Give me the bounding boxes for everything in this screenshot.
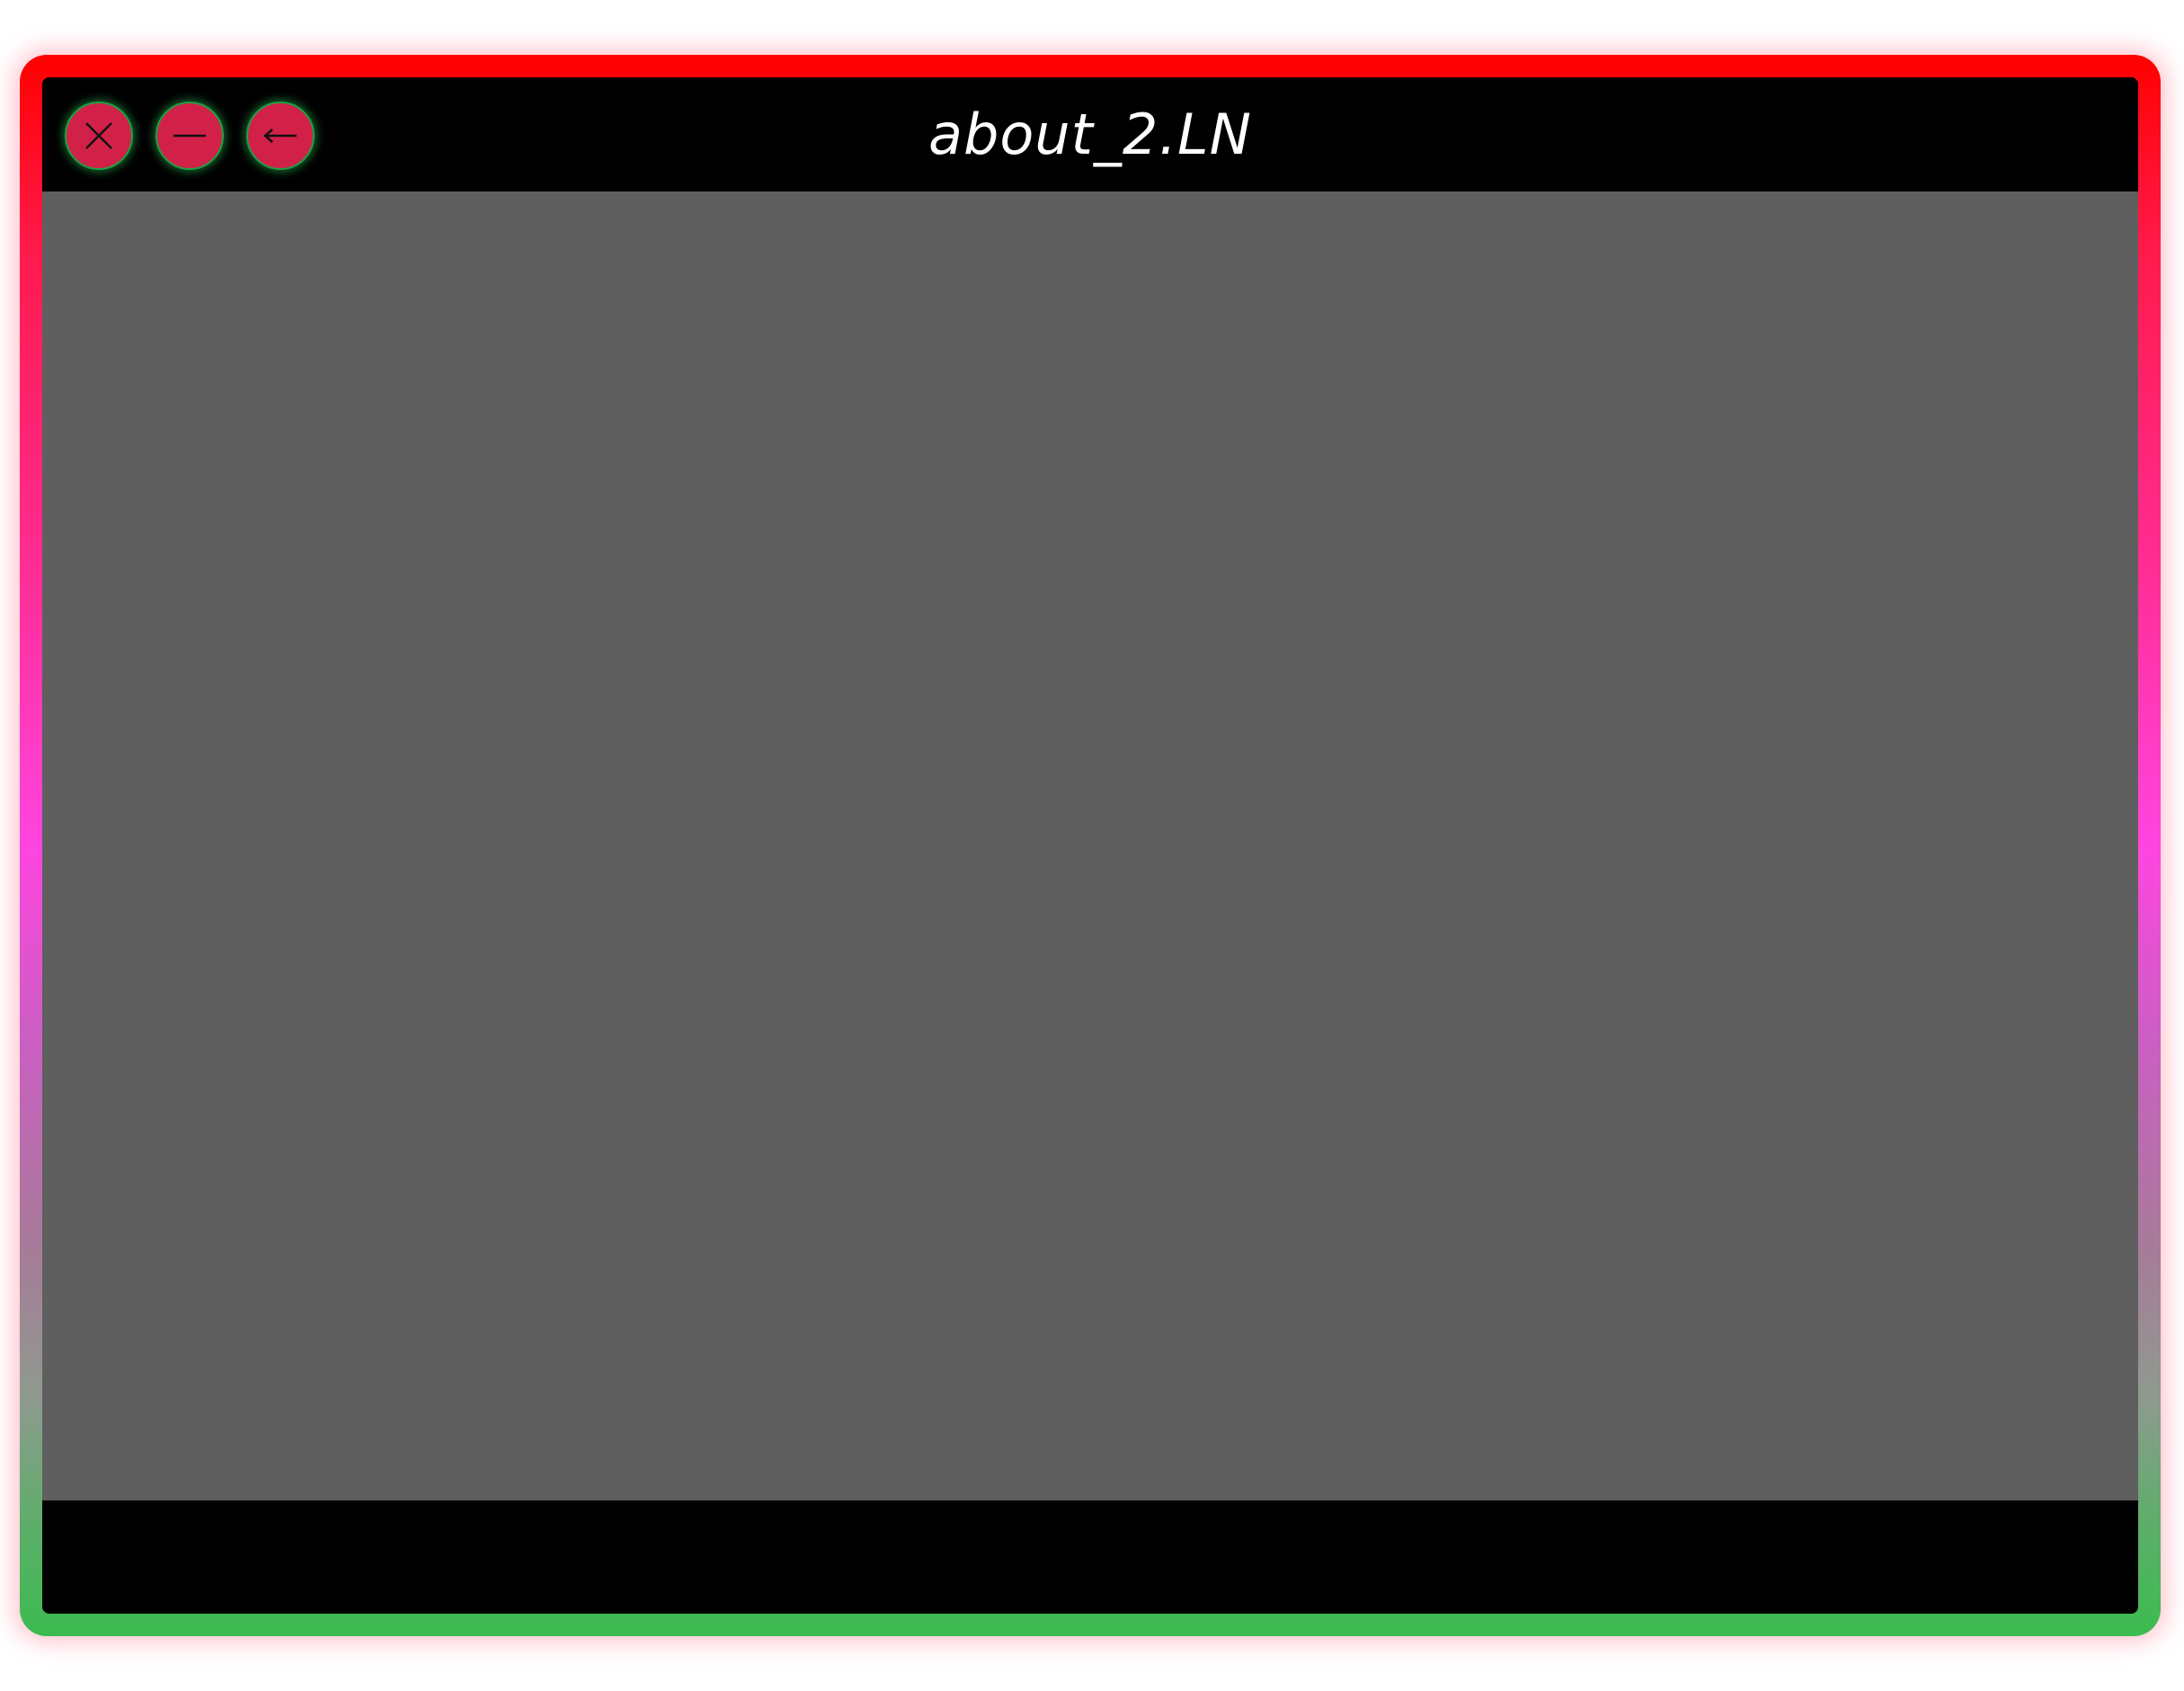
window-frame: about_2.LN [20, 55, 2161, 1636]
app-window: about_2.LN [42, 77, 2138, 1614]
content-area[interactable] [42, 191, 2138, 1500]
window-title: about_2.LN [928, 102, 1252, 167]
bottom-bar [42, 1500, 2138, 1614]
title-bar[interactable]: about_2.LN [42, 77, 2138, 191]
